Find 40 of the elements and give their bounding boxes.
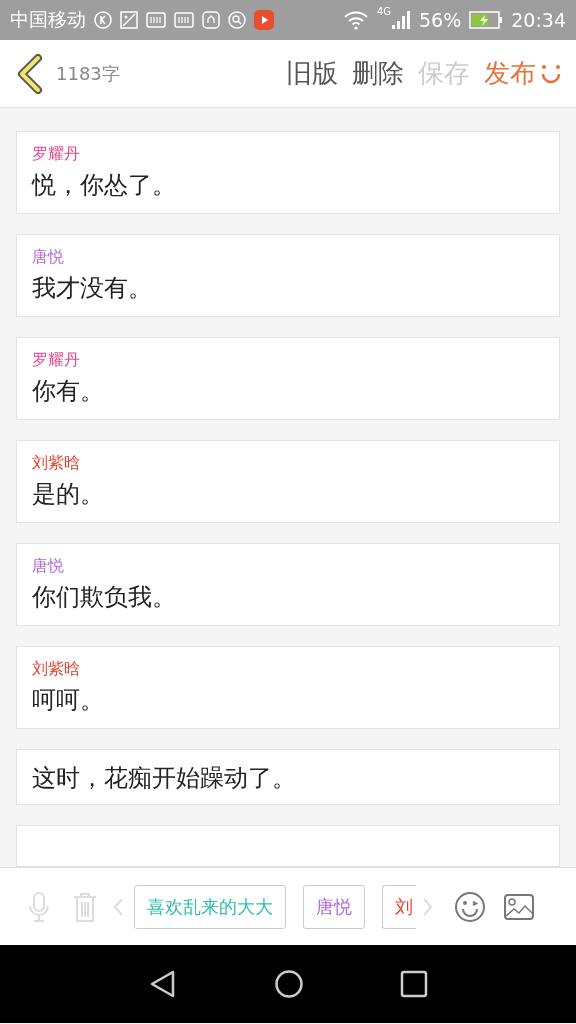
- video-app-icon: [254, 10, 274, 30]
- message-text: 呵呵。: [32, 685, 105, 716]
- header-action-button[interactable]: 发布: [470, 56, 536, 91]
- smile-icon: [540, 62, 562, 85]
- image-icon[interactable]: [504, 893, 534, 920]
- word-count: 1183字: [56, 61, 121, 86]
- search-app-icon: [228, 11, 246, 29]
- narration-text: 这时，花痴开始躁动了。: [32, 763, 297, 794]
- message-text: 我才没有。: [32, 273, 153, 304]
- battery-icon: [469, 11, 504, 29]
- battery-percent: 56%: [419, 9, 462, 31]
- message-text: 是的。: [32, 479, 105, 510]
- network-type: 4G: [376, 6, 391, 17]
- recents-icon[interactable]: [400, 970, 428, 998]
- character-chip[interactable]: 喜欢乱来的大大: [134, 884, 286, 929]
- home-icon[interactable]: [274, 969, 304, 999]
- speaker-name: 唐悦: [32, 246, 65, 268]
- message-text: 你们欺负我。: [32, 582, 177, 613]
- header-action-button[interactable]: 旧版: [272, 56, 338, 91]
- speaker-name: 刘紫晗: [32, 658, 81, 680]
- speaker-name: 罗耀丹: [32, 143, 81, 165]
- back-icon[interactable]: [16, 53, 44, 94]
- tv-app-icon: [146, 12, 166, 28]
- message-text: 你有。: [32, 376, 105, 407]
- carrier-name: 中国移动: [10, 7, 86, 32]
- wink-emoji-icon[interactable]: [454, 890, 486, 923]
- app-icon: [202, 11, 220, 29]
- character-chip[interactable]: 唐悦: [303, 884, 365, 929]
- image-icon: [120, 11, 138, 29]
- character-chip[interactable]: 刘: [382, 884, 416, 929]
- wifi-icon: [342, 10, 369, 30]
- header-action-button[interactable]: 删除: [338, 56, 404, 91]
- k-app-icon: [94, 11, 112, 29]
- signal-icon: [391, 10, 411, 30]
- speaker-name: 刘紫晗: [32, 452, 81, 474]
- speaker-name: 罗耀丹: [32, 349, 81, 371]
- clock: 20:34: [511, 9, 566, 31]
- message-text: 悦，你怂了。: [32, 170, 177, 201]
- tv-app-icon: [174, 12, 194, 28]
- speaker-name: 唐悦: [32, 555, 65, 577]
